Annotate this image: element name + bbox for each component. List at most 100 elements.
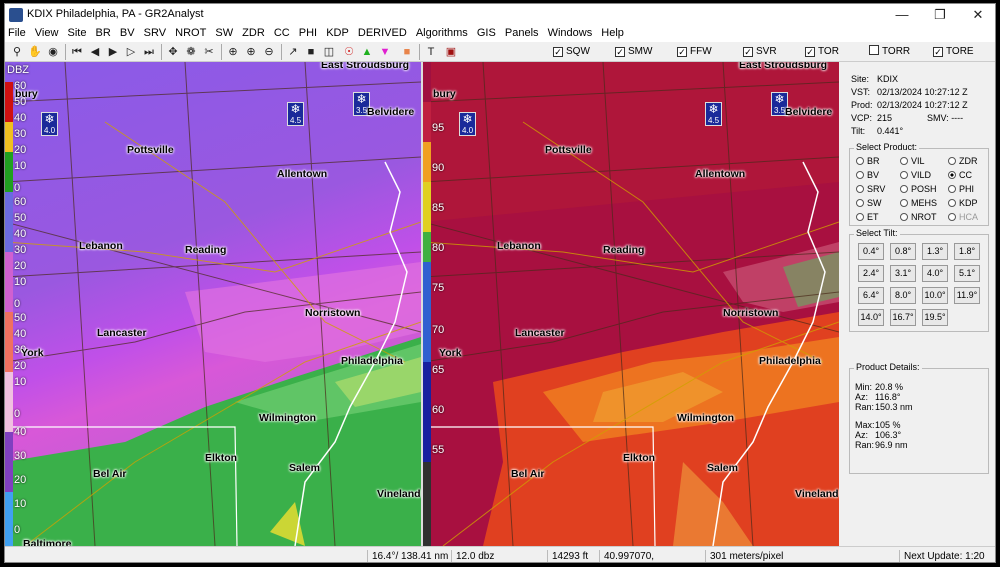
menu-file[interactable]: File [5, 26, 29, 40]
product-radio-et[interactable]: ET [856, 211, 879, 223]
tilt-button[interactable]: 0.4° [858, 243, 884, 260]
radar-site-icon[interactable]: ⚲ [9, 44, 25, 60]
product-radio-nrot[interactable]: NROT [900, 211, 937, 223]
product-radio-cc[interactable]: CC [948, 169, 972, 181]
tilt-button[interactable]: 1.3° [922, 243, 948, 260]
reflectivity-panel[interactable]: DBZ 60 50 40 30 20 10 0 60 50 40 30 20 1… [5, 62, 421, 546]
close-icon[interactable]: ✕ [963, 6, 993, 24]
menu-br[interactable]: BR [93, 26, 114, 40]
product-radio-vild[interactable]: VILD [900, 169, 931, 181]
product-radio-zdr[interactable]: ZDR [948, 155, 978, 167]
menu-sw[interactable]: SW [212, 26, 236, 40]
product-radio-kdp[interactable]: KDP [948, 197, 978, 209]
play-icon[interactable]: ▶ [105, 44, 121, 60]
magenta-triangle-icon[interactable]: ▼ [377, 44, 393, 60]
vst-row: VST: 02/13/2024 10:27:12 Z [851, 87, 968, 97]
detail-ran-min: Ran:150.3 nm [855, 402, 913, 412]
orange-square-icon[interactable]: ■ [399, 44, 415, 60]
globe-icon[interactable]: ◉ [45, 44, 61, 60]
green-triangle-icon[interactable]: ▲ [359, 44, 375, 60]
warning-toggle-sqw[interactable]: ✓ SQW [553, 45, 590, 59]
menu-bv[interactable]: BV [117, 26, 138, 40]
tilt-button[interactable]: 5.1° [954, 265, 980, 282]
zoom-extent-icon[interactable]: ⊕ [225, 44, 241, 60]
menu-kdp[interactable]: KDP [323, 26, 352, 40]
tilt-button[interactable]: 11.9° [954, 287, 980, 304]
city-label: Norristown [723, 307, 779, 319]
zoom-out-icon[interactable]: ⊖ [261, 44, 277, 60]
detail-az-min: Az: 116.8° [855, 392, 901, 402]
pointer-icon[interactable]: ↗ [285, 44, 301, 60]
warning-toggle-tore[interactable]: ✓ TORE [933, 45, 974, 59]
snow-marker[interactable]: ❄ 4.0 [41, 112, 58, 136]
product-radio-mehs[interactable]: MEHS [900, 197, 937, 209]
snow-marker[interactable]: ❄ 4.5 [287, 102, 304, 126]
first-frame-icon[interactable]: ⏮ [69, 44, 85, 60]
status-bar: 16.4°/ 138.41 nm 12.0 dbz 14293 ft 40.99… [5, 546, 995, 562]
zoom-in-icon[interactable]: ⊕ [243, 44, 259, 60]
menu-derived[interactable]: DERIVED [355, 26, 410, 40]
menu-nrot[interactable]: NROT [172, 26, 209, 40]
warning-toggle-tor[interactable]: ✓ TOR [805, 45, 839, 59]
product-radio-phi[interactable]: PHI [948, 183, 974, 195]
layers-icon[interactable]: ◫ [321, 44, 337, 60]
product-radio-bv[interactable]: BV [856, 169, 879, 181]
select-product-group: Select Product: BR VIL ZDR BV VILD CC SR… [849, 142, 989, 226]
next-frame-icon[interactable]: ▷ [123, 44, 139, 60]
snow-marker[interactable]: ❄ 4.0 [459, 112, 476, 136]
prev-frame-icon[interactable]: ◀ [87, 44, 103, 60]
menu-algorithms[interactable]: Algorithms [413, 26, 471, 40]
tilt-button[interactable]: 8.0° [890, 287, 916, 304]
stop-record-icon[interactable]: ▣ [443, 44, 459, 60]
tilt-button[interactable]: 4.0° [922, 265, 948, 282]
menu-gis[interactable]: GIS [474, 26, 499, 40]
tilt-button[interactable]: 1.8° [954, 243, 980, 260]
tilt-button[interactable]: 14.0° [858, 309, 884, 326]
warning-toggle-torr[interactable]: TORR [869, 45, 910, 59]
black-square-icon[interactable]: ■ [303, 44, 319, 60]
menu-srv[interactable]: SRV [141, 26, 169, 40]
menu-site[interactable]: Site [65, 26, 90, 40]
product-radio-vil[interactable]: VIL [900, 155, 925, 167]
tilt-button[interactable]: 19.5° [922, 309, 948, 326]
scissors-icon[interactable]: ✂ [201, 44, 217, 60]
site-row: Site: KDIX [851, 74, 899, 84]
minimize-icon[interactable]: — [887, 6, 917, 24]
menu-panels[interactable]: Panels [502, 26, 542, 40]
correlation-coefficient-panel[interactable]: 95 90 85 80 75 70 65 60 55 ❄ 4.0 ❄ 4.5 ❄ 3.… [423, 62, 839, 546]
fork-icon[interactable]: ❁ [183, 44, 199, 60]
tilt-button[interactable]: 3.1° [890, 265, 916, 282]
tilt-button[interactable]: 16.7° [890, 309, 916, 326]
last-frame-icon[interactable]: ⏭ [141, 44, 157, 60]
restore-icon[interactable]: ❐ [925, 6, 955, 24]
menu-windows[interactable]: Windows [545, 26, 596, 40]
storm-track-icon[interactable]: ☉ [341, 44, 357, 60]
checkbox-icon: ✓ [743, 47, 753, 57]
tilt-button[interactable]: 0.8° [890, 243, 916, 260]
warning-toggle-ffw[interactable]: ✓ FFW [677, 45, 712, 59]
product-radio-posh[interactable]: POSH [900, 183, 937, 195]
menu-cc[interactable]: CC [271, 26, 293, 40]
app-icon [9, 8, 23, 22]
text-tool-icon[interactable]: T [423, 44, 439, 60]
menu-help[interactable]: Help [598, 26, 627, 40]
tilt-button[interactable]: 2.4° [858, 265, 884, 282]
warning-toggle-svr[interactable]: ✓ SVR [743, 45, 777, 59]
product-radio-br[interactable]: BR [856, 155, 880, 167]
menu-phi[interactable]: PHI [296, 26, 320, 40]
panel-divider[interactable] [421, 62, 423, 546]
city-label: Bel Air [93, 468, 127, 480]
menu-view[interactable]: View [32, 26, 62, 40]
tilt-button[interactable]: 10.0° [922, 287, 948, 304]
product-radio-sw[interactable]: SW [856, 197, 882, 209]
snowflake-icon: ❄ [774, 92, 785, 106]
product-details-title: Product Details: [854, 362, 922, 372]
move-icon[interactable]: ✥ [165, 44, 181, 60]
product-radio-srv[interactable]: SRV [856, 183, 885, 195]
menu-zdr[interactable]: ZDR [239, 26, 268, 40]
city-label: Lebanon [497, 240, 541, 252]
hand-icon[interactable]: ✋ [27, 44, 43, 60]
tilt-button[interactable]: 6.4° [858, 287, 884, 304]
warning-toggle-smw[interactable]: ✓ SMW [615, 45, 652, 59]
snow-marker[interactable]: ❄ 4.5 [705, 102, 722, 126]
